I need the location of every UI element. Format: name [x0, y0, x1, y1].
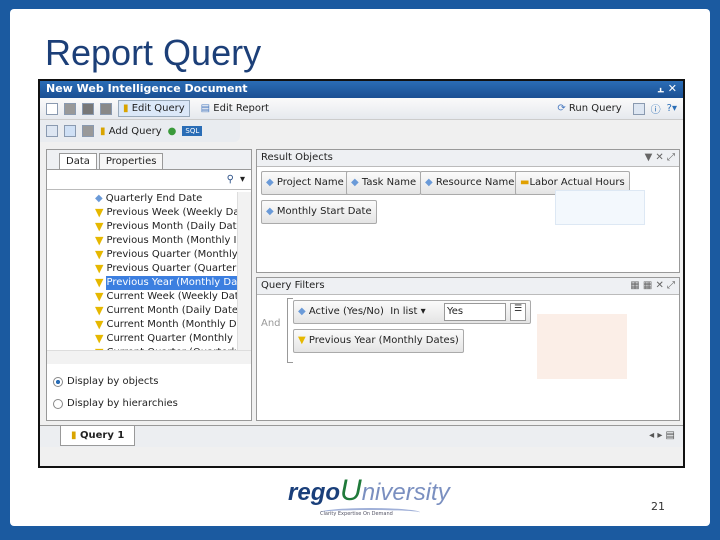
tree-item-label: Previous Quarter (Quarterly: [106, 263, 245, 274]
panel-actions[interactable]: ▼ ✕ ⤢: [645, 152, 675, 164]
grid-icon[interactable]: [82, 125, 94, 137]
combine-icon[interactable]: ●: [168, 126, 177, 137]
tab-nav-icons[interactable]: ◂ ▸ ▤: [649, 430, 675, 441]
result-chip[interactable]: ◆ Project Name: [261, 171, 349, 195]
webi-window: New Web Intelligence Document ⫠ ✕ ▮ Edit…: [38, 79, 685, 468]
filter-icon: ▼: [95, 206, 104, 219]
page-number: 21: [651, 500, 665, 513]
horizontal-scrollbar[interactable]: [47, 350, 251, 364]
sql-button[interactable]: SQL: [182, 126, 203, 136]
run-query-button[interactable]: ⟳ Run Query: [552, 100, 626, 117]
list-values-icon[interactable]: ☰: [510, 303, 526, 321]
window-title: New Web Intelligence Document: [46, 82, 248, 95]
view-icon[interactable]: [100, 102, 112, 115]
filter-icon: ▼: [95, 290, 104, 303]
tree-item[interactable]: ▼ Previous Quarter (Monthly: [47, 248, 251, 262]
result-objects-panel: Result Objects ▼ ✕ ⤢ ◆ Project Name ◆ Tas…: [256, 149, 680, 273]
tree-item-label: Current Month (Daily Date): [106, 305, 242, 316]
radio-display-by-hierarchies[interactable]: Display by hierarchies: [53, 398, 178, 409]
radio-display-by-objects[interactable]: Display by objects: [53, 376, 159, 387]
filter-icon: ▼: [95, 332, 104, 345]
query-tab-bar: ▮ Query 1 ◂ ▸ ▤: [40, 425, 683, 447]
main-toolbar: ▮ Edit Query ▤ Edit Report ⟳ Run Query ⓘ…: [40, 98, 683, 120]
binoculars-icon[interactable]: ⚲: [227, 174, 234, 185]
tree-item[interactable]: ▼ Previous Quarter (Quarterly: [47, 262, 251, 276]
edit-query-button[interactable]: ▮ Edit Query: [118, 100, 190, 117]
search-bar[interactable]: ⚲ ▾: [47, 170, 251, 190]
info-icon[interactable]: ⓘ: [651, 101, 661, 116]
print-icon[interactable]: [82, 102, 94, 115]
tree-item[interactable]: ▼ Previous Week (Weekly Dat: [47, 206, 251, 220]
query-filters-panel: Query Filters ▦ ▦ ✕ ⤢ And ◆ Active (Yes/N…: [256, 277, 680, 421]
save-icon[interactable]: [64, 102, 76, 115]
purge-icon[interactable]: [632, 102, 645, 115]
filter-value-input[interactable]: Yes: [444, 303, 506, 321]
tree-item[interactable]: ▼ Previous Month (Monthly I: [47, 234, 251, 248]
drop-hint-graphic: [555, 190, 645, 225]
tree-item-label: Quarterly End Date: [105, 193, 203, 204]
data-panel: Data Properties ⚲ ▾ ◆ Quarterly End Date ▼ P…: [46, 149, 252, 421]
result-chip[interactable]: ◆ Monthly Start Date: [261, 200, 377, 224]
filter-pane-icon[interactable]: [64, 125, 76, 137]
dimension-icon: ◆: [95, 193, 103, 204]
filter-active[interactable]: ◆ Active (Yes/No) In list ▾ Yes ☰: [293, 300, 531, 324]
slide-title: Report Query: [45, 32, 262, 73]
tree-item-label: Previous Year (Monthly Dat: [106, 276, 242, 290]
tree-item[interactable]: ▼ Previous Month (Daily Date: [47, 220, 251, 234]
object-tree: ◆ Quarterly End Date ▼ Previous Week (Weekl…: [47, 192, 251, 350]
tree-item-label: Previous Month (Monthly I: [106, 235, 237, 246]
vertical-scrollbar[interactable]: [237, 192, 251, 350]
filter-icon: ▼: [95, 248, 104, 261]
tree-item[interactable]: ▼ Current Week (Weekly Date: [47, 290, 251, 304]
rego-university-logo: regoUniversity Clarity Expertise On Dema…: [288, 474, 450, 517]
result-objects-title: Result Objects: [261, 152, 333, 163]
filter-icon: ▼: [95, 276, 104, 289]
tree-item[interactable]: ▼ Previous Year (Monthly Dat: [47, 276, 251, 290]
query-toolbar: ▮ Add Query ● SQL: [40, 120, 240, 142]
tree-item[interactable]: ▼ Current Month (Daily Date): [47, 304, 251, 318]
filter-icon: ▼: [95, 262, 104, 275]
filter-icon: ▼: [95, 318, 104, 331]
tree-item[interactable]: ◆ Quarterly End Date: [47, 192, 251, 206]
filter-icon: ▼: [95, 220, 104, 233]
edit-report-button[interactable]: ▤ Edit Report: [196, 100, 274, 117]
window-titlebar: New Web Intelligence Document ⫠ ✕: [40, 81, 683, 98]
tab-data[interactable]: Data: [59, 153, 97, 169]
filter-icon: ▼: [95, 234, 104, 247]
tree-item-label: Previous Week (Weekly Dat: [106, 207, 244, 218]
add-query-button[interactable]: ▮ Add Query: [100, 126, 162, 137]
tree-item-label: Previous Month (Daily Date: [106, 221, 243, 232]
tree-item-label: Current Week (Weekly Date: [106, 291, 245, 302]
operator-dropdown[interactable]: In list ▾: [390, 306, 425, 317]
drop-hint-graphic: [537, 314, 627, 379]
result-chip[interactable]: ◆ Resource Name: [420, 171, 520, 195]
tab-query-1[interactable]: ▮ Query 1: [60, 426, 136, 446]
tab-properties[interactable]: Properties: [98, 153, 164, 169]
filter-icon: ▼: [95, 304, 104, 317]
tree-item[interactable]: ▼ Current Quarter (Monthly D: [47, 332, 251, 346]
chevron-down-icon[interactable]: ▾: [240, 174, 245, 185]
tree-item-label: Previous Quarter (Monthly: [106, 249, 238, 260]
layout-icon[interactable]: [46, 125, 58, 137]
and-operator[interactable]: And: [261, 318, 281, 329]
result-chip[interactable]: ◆ Task Name: [346, 171, 422, 195]
help-icon[interactable]: ?▾: [667, 103, 677, 114]
tree-item-label: Current Month (Monthly D: [106, 319, 237, 330]
new-document-icon[interactable]: [46, 102, 58, 115]
query-filters-title: Query Filters: [261, 280, 325, 291]
pin-icon[interactable]: ⫠: [657, 82, 664, 95]
filter-previous-year[interactable]: ▼ Previous Year (Monthly Dates): [293, 329, 464, 353]
tree-item[interactable]: ▼ Current Month (Monthly D: [47, 318, 251, 332]
tree-item-label: Current Quarter (Monthly D: [106, 333, 244, 344]
panel-actions[interactable]: ▦ ▦ ✕ ⤢: [630, 280, 675, 292]
close-icon[interactable]: ✕: [668, 82, 677, 95]
